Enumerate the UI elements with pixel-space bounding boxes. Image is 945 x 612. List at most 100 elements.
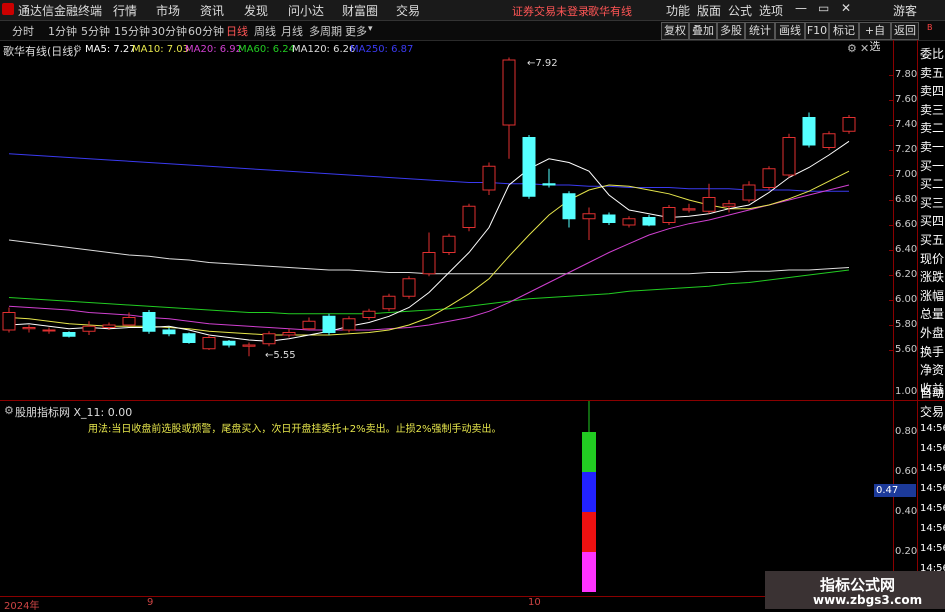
y-tick-label: 6.40 xyxy=(895,244,918,255)
quote-field-label: 卖四 xyxy=(920,84,945,99)
period-1min[interactable]: 1分钟 xyxy=(48,23,77,39)
tick-time-label: 14:56 xyxy=(920,503,945,514)
stock-link[interactable]: 歌华有线 xyxy=(588,3,632,19)
candle-body xyxy=(442,235,456,253)
candle-body xyxy=(202,337,216,350)
y-tick-label: 7.00 xyxy=(895,169,918,180)
period-toolbar: 分时 1分钟 5分钟 15分钟 30分钟 60分钟 日线 周线 月线 多周期 更… xyxy=(0,21,945,53)
overlay-button[interactable]: 叠加 xyxy=(689,22,717,40)
statistics-button[interactable]: 统计 xyxy=(745,22,775,40)
tick-time-label: 14:56 xyxy=(920,463,945,474)
candle-body xyxy=(142,312,156,332)
y-tick-label: 7.40 xyxy=(895,119,918,130)
watermark-title: 指标公式网 xyxy=(820,576,896,594)
candle-body xyxy=(822,133,836,148)
candlestick-chart xyxy=(2,57,856,357)
candle-body xyxy=(622,218,636,226)
period-timeshare[interactable]: 分时 xyxy=(12,23,34,39)
corner-marker-icon: B xyxy=(927,23,933,32)
menu-item-layout[interactable]: 版面 xyxy=(697,2,721,19)
menu-item-news[interactable]: 资讯 xyxy=(200,2,224,19)
y-tick-label: 6.60 xyxy=(895,219,918,230)
menu-item-formula[interactable]: 公式 xyxy=(728,2,752,19)
more-chevron-icon[interactable]: ▾ xyxy=(368,24,373,34)
candle-body xyxy=(382,295,396,310)
candle-body xyxy=(62,332,76,337)
period-daily[interactable]: 日线 xyxy=(226,23,248,39)
candle-body xyxy=(102,324,116,328)
quote-field-label: 卖五 xyxy=(920,65,945,80)
menu-bar: 通达信金融终端 行情 市场 资讯 发现 问小达 财富圈 交易 证券交易未登录 歌… xyxy=(0,0,945,21)
candle-body xyxy=(482,165,496,191)
close-icon[interactable]: ✕ xyxy=(841,1,851,15)
quote-field-label: 买四 xyxy=(920,214,945,229)
quote-field-label: 买一 xyxy=(920,158,945,173)
menu-item-quotes[interactable]: 行情 xyxy=(113,2,137,19)
period-monthly[interactable]: 月线 xyxy=(281,23,303,39)
y-tick-label: 6.20 xyxy=(895,269,918,280)
menu-item-market[interactable]: 市场 xyxy=(156,2,180,19)
quote-field-label: 涨跌 xyxy=(920,270,945,285)
menu-item-function[interactable]: 功能 xyxy=(666,2,690,19)
period-more[interactable]: 更多 xyxy=(345,23,367,39)
minimize-icon[interactable]: — xyxy=(795,1,807,15)
signal-bar-segment xyxy=(582,472,596,512)
indicator-y-tick: 0.60 xyxy=(895,466,918,477)
axis-divider xyxy=(893,40,894,597)
candle-body xyxy=(342,318,356,331)
y-tick-label: 7.80 xyxy=(895,69,918,80)
draw-line-button[interactable]: 画线 xyxy=(775,22,805,40)
watermark: 指标公式网 www.zbgs3.com xyxy=(765,571,945,609)
candle-body xyxy=(262,333,276,345)
mark-button[interactable]: 标记 xyxy=(829,22,859,40)
quote-field-label: 现价 xyxy=(920,251,945,266)
candle-body xyxy=(302,320,316,330)
period-15min[interactable]: 15分钟 xyxy=(114,23,150,39)
signal-bar-segment xyxy=(582,432,596,472)
candle-body xyxy=(162,329,176,335)
maximize-icon[interactable]: ▭ xyxy=(818,1,829,15)
candle-body xyxy=(362,310,376,318)
trade-panel-label[interactable]: 自动 xyxy=(920,384,945,401)
menu-item-trade[interactable]: 交易 xyxy=(396,2,420,19)
watermark-url: www.zbgs3.com xyxy=(813,593,923,607)
user-label[interactable]: 游客 xyxy=(893,2,917,19)
period-multi[interactable]: 多周期 xyxy=(309,23,342,39)
quote-field-label: 买三 xyxy=(920,195,945,210)
menu-item-discover[interactable]: 发现 xyxy=(244,2,268,19)
period-30min[interactable]: 30分钟 xyxy=(151,23,187,39)
period-5min[interactable]: 5分钟 xyxy=(81,23,110,39)
menu-item-xiaoda[interactable]: 问小达 xyxy=(288,2,324,19)
y-tick-label: 5.80 xyxy=(895,319,918,330)
y-tick-label: 7.60 xyxy=(895,94,918,105)
candle-body xyxy=(722,203,736,207)
panel-divider xyxy=(917,40,918,597)
f10-button[interactable]: F10 xyxy=(805,22,829,40)
menu-item-options[interactable]: 选项 xyxy=(759,2,783,19)
back-button[interactable]: 返回 xyxy=(891,22,919,40)
tick-time-label: 14:56 xyxy=(920,523,945,534)
multi-stock-button[interactable]: 多股 xyxy=(717,22,745,40)
app-title: 通达信金融终端 xyxy=(18,4,103,18)
tick-time-label: 14:56 xyxy=(920,423,945,434)
add-watchlist-button[interactable]: +自选 xyxy=(859,22,891,53)
trade-panel-label[interactable]: 交易 xyxy=(920,403,945,420)
quote-field-label: 净资 xyxy=(920,363,945,378)
x-label-sep: 9 xyxy=(147,597,154,608)
app-logo-icon xyxy=(2,3,14,15)
candle-body xyxy=(582,213,596,220)
quote-field-label: 买二 xyxy=(920,177,945,192)
menu-item-wealth[interactable]: 财富圈 xyxy=(342,2,378,19)
period-60min[interactable]: 60分钟 xyxy=(188,23,224,39)
candle-body xyxy=(542,183,556,186)
quote-field-label: 卖一 xyxy=(920,140,945,154)
x-label-year: 2024年 xyxy=(4,601,40,612)
login-notice[interactable]: 证券交易未登录 xyxy=(512,3,589,19)
quote-field-label: 换手 xyxy=(920,344,945,359)
candle-body xyxy=(602,214,616,223)
period-weekly[interactable]: 周线 xyxy=(254,23,276,39)
quote-field-label: 委比 xyxy=(920,47,945,61)
candle-body xyxy=(662,207,676,223)
fuquan-button[interactable]: 复权 xyxy=(661,22,689,40)
quote-field-label: 涨幅 xyxy=(920,288,945,303)
